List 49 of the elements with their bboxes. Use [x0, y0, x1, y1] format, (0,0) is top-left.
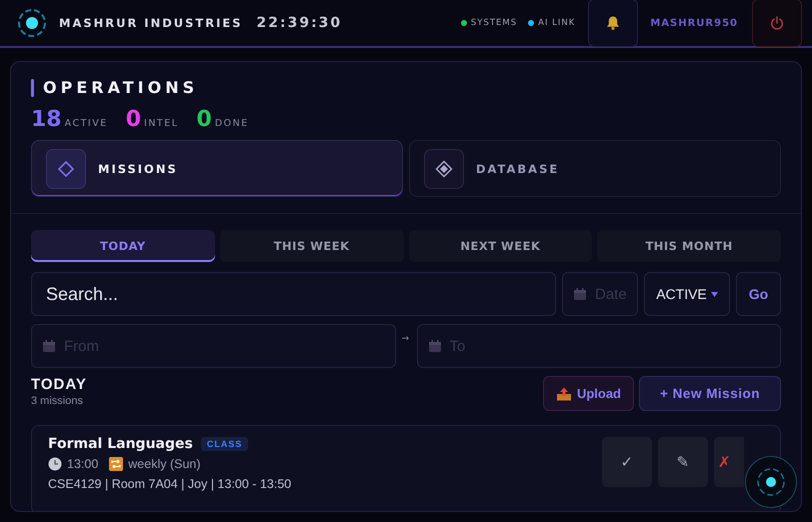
stat-value: 0 [126, 107, 142, 132]
period-tab[interactable]: NEXT WEEK [408, 230, 592, 262]
stat-value: 0 [196, 107, 212, 132]
calendar-icon [42, 339, 56, 353]
diamond-icon [435, 160, 453, 178]
notifications-button[interactable] [588, 0, 638, 47]
mission-time: 13:00 [67, 457, 98, 471]
stat-value: 18 [31, 107, 62, 132]
brand-name: MASHRUR INDUSTRIES [59, 16, 242, 30]
category-tag: CLASS [200, 437, 248, 451]
period-tab[interactable]: THIS MONTH [597, 230, 781, 262]
section-card[interactable]: DATABASE [409, 140, 781, 197]
bell-icon [605, 15, 622, 31]
upload-button[interactable]: Upload [542, 376, 634, 411]
recurrence-text: weekly (Sun) [128, 457, 201, 471]
upload-icon [556, 386, 572, 402]
status-label: AI LINK [538, 18, 576, 28]
clock-time: 22:39:30 [256, 15, 342, 31]
edit-button[interactable]: ✎ [658, 437, 708, 487]
mission-details: CSE4129 | Room 7A04 | Joy | 13:00 - 13:50 [48, 477, 292, 491]
power-icon [769, 15, 785, 31]
search-field[interactable]: Search... [31, 272, 556, 316]
mission-title: Formal Languages [48, 436, 193, 452]
period-tab[interactable]: THIS WEEK [220, 230, 404, 262]
status-dropdown[interactable]: ACTIVE [644, 272, 730, 316]
diamond-icon [57, 160, 75, 178]
clock-icon [48, 457, 62, 471]
accent-bar [31, 78, 34, 96]
logo-icon [17, 8, 47, 38]
panel-title: OPERATIONS [43, 78, 198, 97]
mission-count: 3 missions [31, 395, 84, 407]
calendar-icon [428, 339, 442, 353]
go-button[interactable]: Go [736, 272, 781, 316]
range-arrow: → [402, 334, 410, 344]
stat-label: DONE [214, 118, 249, 129]
stat-label: INTEL [144, 118, 179, 129]
orb-icon [756, 467, 786, 497]
list-heading: TODAY [31, 376, 87, 393]
new-mission-button[interactable]: + New Mission [639, 376, 781, 411]
complete-button[interactable]: ✓ [602, 437, 652, 487]
delete-button[interactable]: ✗ [714, 437, 744, 487]
caret-icon [710, 292, 718, 296]
status-label: SYSTEMS [470, 18, 518, 28]
stat-label: ACTIVE [64, 118, 108, 129]
calendar-icon [573, 287, 587, 301]
username-link[interactable]: MASHRUR950 [650, 18, 738, 28]
period-tab[interactable]: TODAY [31, 230, 215, 262]
section-card[interactable]: MISSIONS [31, 140, 403, 197]
repeat-icon [109, 457, 124, 471]
